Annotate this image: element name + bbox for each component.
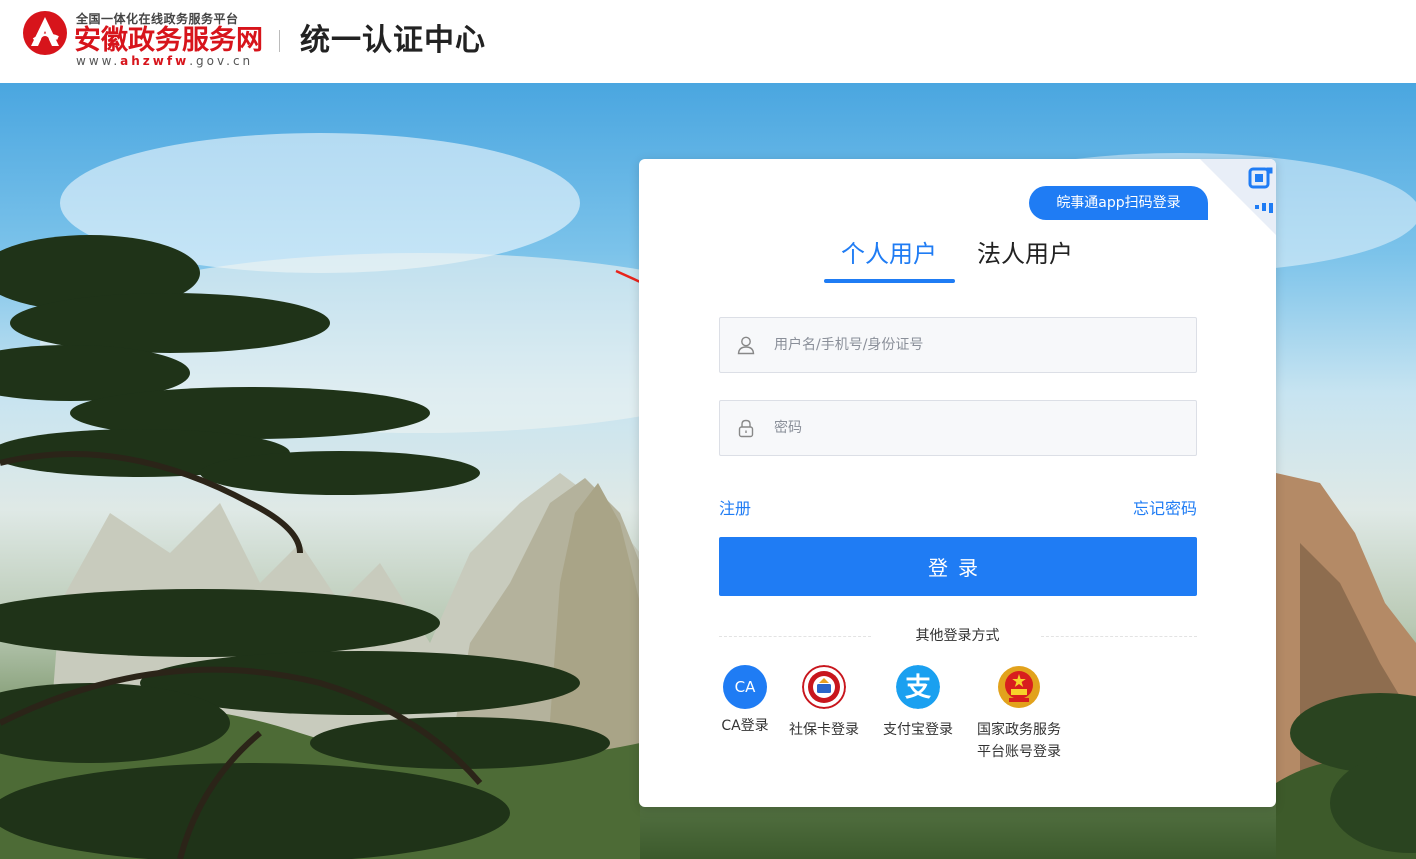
ca-icon: CA	[723, 665, 767, 709]
login-button[interactable]: 登录	[719, 537, 1197, 596]
alipay-login-label: 支付宝登录	[883, 722, 953, 738]
alipay-login-option[interactable]: 支 支付宝登录	[877, 665, 959, 741]
username-input[interactable]	[774, 318, 1184, 372]
national-platform-login-option[interactable]: 国家政务服务 平台账号登录	[969, 665, 1069, 763]
tab-corporate-user[interactable]: 法人用户	[977, 237, 1073, 271]
ca-login-option[interactable]: CA CA登录	[719, 665, 771, 737]
alipay-icon: 支	[896, 665, 940, 709]
ca-login-label: CA登录	[721, 718, 769, 734]
header-divider	[279, 30, 280, 52]
user-icon	[737, 336, 755, 355]
other-login-title: 其他登录方式	[915, 628, 1000, 644]
national-emblem-icon	[998, 666, 1040, 708]
tab-personal-user[interactable]: 个人用户	[841, 237, 937, 271]
logo-url: www.ahzwfw.gov.cn	[76, 54, 254, 68]
social-security-card-icon	[802, 665, 846, 709]
divider-right	[1041, 636, 1197, 637]
password-field[interactable]	[719, 400, 1197, 456]
social-security-login-label: 社保卡登录	[789, 722, 859, 738]
password-input[interactable]	[774, 401, 1184, 455]
logo-title[interactable]: 安徽政务服务网	[74, 24, 263, 58]
lock-icon	[738, 419, 754, 438]
active-tab-indicator	[824, 279, 955, 283]
username-field[interactable]	[719, 317, 1197, 373]
login-card: 皖事通app扫码登录 个人用户 法人用户 注册 忘记密码 登录 其他登录方式 C…	[639, 159, 1276, 807]
forgot-password-link[interactable]: 忘记密码	[1133, 495, 1197, 519]
register-link[interactable]: 注册	[719, 495, 751, 519]
site-header: 全国一体化在线政务服务平台 安徽政务服务网 www.ahzwfw.gov.cn …	[0, 0, 1416, 83]
qr-login-button[interactable]: 皖事通app扫码登录	[1029, 186, 1208, 220]
national-platform-login-label: 国家政务服务 平台账号登录	[977, 722, 1061, 760]
ahzwfw-logo-icon[interactable]	[22, 10, 68, 56]
social-security-login-option[interactable]: 社保卡登录	[784, 665, 864, 741]
page-title: 统一认证中心	[300, 23, 486, 58]
svg-text:支: 支	[905, 673, 931, 703]
qr-code-icon[interactable]	[1200, 159, 1276, 235]
user-type-tabs: 个人用户 法人用户	[824, 233, 1094, 285]
